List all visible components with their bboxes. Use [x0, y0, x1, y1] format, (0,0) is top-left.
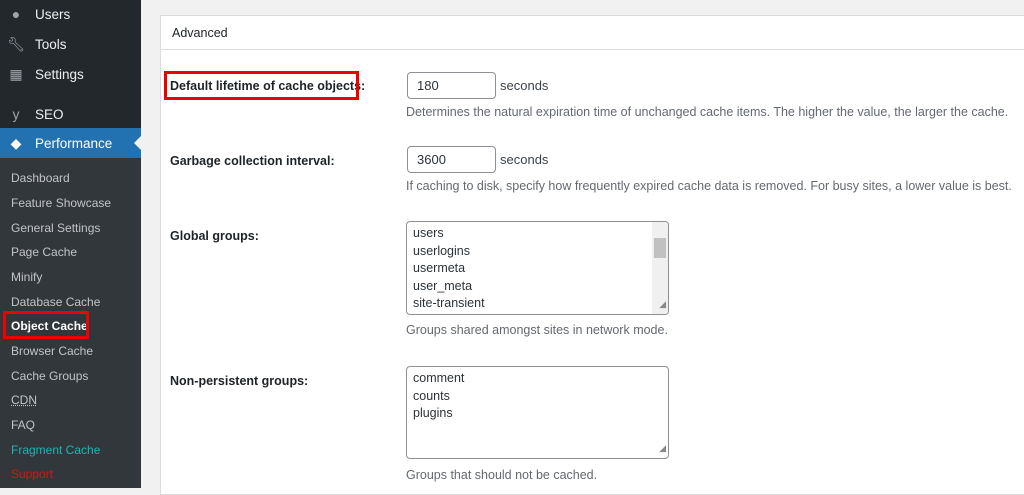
menu-label: Users: [35, 7, 70, 22]
nonpersistent-textarea[interactable]: comment counts plugins ◢: [406, 366, 669, 459]
submenu-dashboard[interactable]: Dashboard: [11, 171, 70, 185]
submenu-fragment-cache[interactable]: Fragment Cache: [11, 443, 100, 457]
textarea-line: users: [413, 225, 662, 243]
nonpersistent-label: Non-persistent groups:: [170, 374, 308, 388]
menu-label: Tools: [35, 37, 67, 52]
panel-title: Advanced: [161, 16, 1024, 50]
textarea-line: site-transient: [413, 295, 662, 313]
textarea-line: usermeta: [413, 260, 662, 278]
submenu-database-cache[interactable]: Database Cache: [11, 295, 100, 309]
wrench-icon: 🔧︎: [8, 36, 24, 52]
global-groups-label: Global groups:: [170, 229, 259, 243]
textarea-line: user_meta: [413, 278, 662, 296]
submenu-minify[interactable]: Minify: [11, 270, 42, 284]
global-groups-textarea[interactable]: users userlogins usermeta user_meta site…: [406, 221, 669, 315]
admin-sidebar: ● Users 🔧︎ Tools ▦ Settings y SEO ◆ Performan…: [0, 0, 141, 488]
performance-icon: ◆: [8, 135, 24, 151]
lifetime-description: Determines the natural expiration time o…: [406, 105, 1008, 119]
gc-label: Garbage collection interval:: [170, 154, 335, 168]
submenu-cdn[interactable]: CDN: [11, 393, 37, 407]
gc-unit: seconds: [500, 152, 548, 167]
lifetime-input[interactable]: 180: [407, 72, 496, 99]
highlight-box: [3, 311, 89, 339]
menu-label: Settings: [35, 67, 84, 82]
menu-seo[interactable]: y SEO: [0, 100, 141, 128]
submenu-feature-showcase[interactable]: Feature Showcase: [11, 196, 111, 210]
resize-grip-icon[interactable]: ◢: [659, 440, 666, 458]
menu-performance[interactable]: ◆ Performance: [0, 128, 141, 158]
scrollbar-thumb[interactable]: [654, 238, 666, 258]
textarea-line: comment: [413, 370, 662, 388]
gc-description: If caching to disk, specify how frequent…: [406, 179, 1012, 193]
menu-users[interactable]: ● Users: [0, 0, 141, 28]
menu-tools[interactable]: 🔧︎ Tools: [0, 30, 141, 58]
highlight-box: [164, 71, 359, 100]
lifetime-unit: seconds: [500, 78, 548, 93]
textarea-line: counts: [413, 388, 662, 406]
menu-label: SEO: [35, 107, 64, 122]
submenu-general-settings[interactable]: General Settings: [11, 221, 100, 235]
yoast-icon: y: [8, 106, 24, 122]
submenu-browser-cache[interactable]: Browser Cache: [11, 344, 93, 358]
menu-label: Performance: [35, 136, 112, 151]
submenu-page-cache[interactable]: Page Cache: [11, 245, 77, 259]
global-groups-description: Groups shared amongst sites in network m…: [406, 323, 668, 337]
gc-input[interactable]: 3600: [407, 146, 496, 173]
settings-icon: ▦: [8, 66, 24, 82]
submenu-support[interactable]: Support: [11, 467, 53, 481]
user-icon: ●: [8, 6, 24, 22]
resize-grip-icon[interactable]: ◢: [659, 296, 666, 314]
nonpersistent-description: Groups that should not be cached.: [406, 468, 597, 482]
submenu-faq[interactable]: FAQ: [11, 418, 35, 432]
menu-settings[interactable]: ▦ Settings: [0, 60, 141, 88]
textarea-line: userlogins: [413, 243, 662, 261]
textarea-line: plugins: [413, 405, 662, 423]
submenu-cache-groups[interactable]: Cache Groups: [11, 369, 88, 383]
